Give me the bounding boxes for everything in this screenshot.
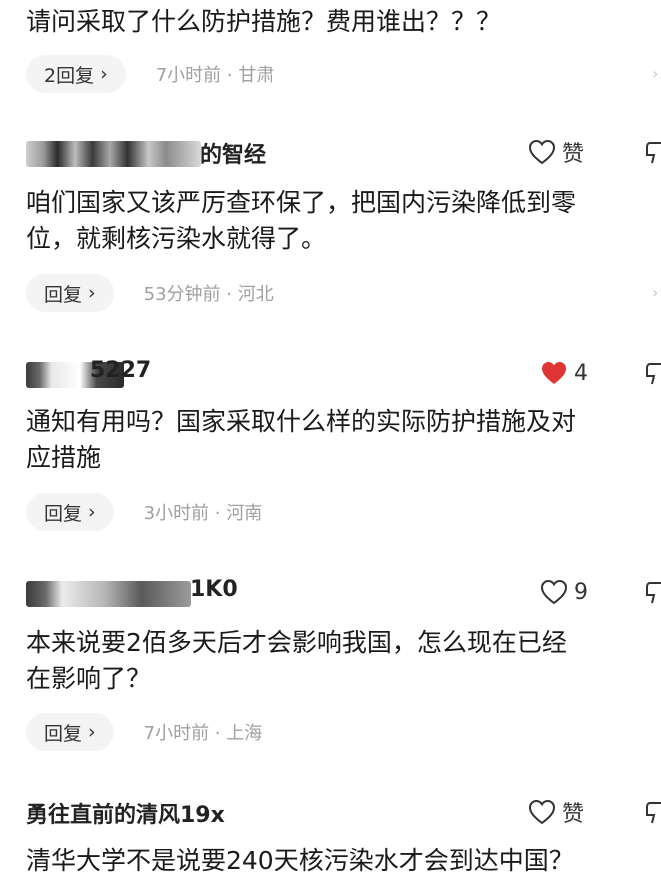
comment-text-line: 请问采取了什么防护措施？费用谁出？？？ — [26, 7, 502, 36]
comment-meta-row: 2回复 › 7小时前 · 甘肃 — [26, 55, 274, 93]
comment-text: 请问采取了什么防护措施？费用谁出？？？ — [26, 4, 661, 40]
comment-meta: 3小时前 · 河南 — [143, 503, 263, 524]
comment-text-line: 清华大学不是说要240天核污染水才会到达中国？ — [26, 846, 574, 875]
reply-button[interactable]: 回复 › — [26, 713, 114, 751]
comment-header: 5227 4 — [0, 354, 661, 394]
dislike-icon[interactable] — [644, 139, 661, 167]
comment-meta: 7小时前 · 甘肃 — [155, 65, 275, 86]
chevron-right-icon: › — [88, 501, 96, 523]
username[interactable]: 的智经 — [200, 137, 266, 169]
avatar[interactable] — [26, 581, 191, 607]
dislike-icon[interactable] — [644, 799, 661, 827]
comment-header: 1K0 9 — [0, 573, 661, 613]
comment-text: 清华大学不是说要240天核污染水才会到达中国？ — [26, 843, 661, 879]
reply-label: 回复 — [44, 283, 83, 306]
reply-label: 回复 — [44, 722, 83, 745]
chevron-right-icon: › — [88, 282, 96, 304]
comment-text-line: 位，就剩核污染水就得了。 — [26, 224, 327, 253]
like-button[interactable]: 4 — [540, 356, 588, 390]
heart-outline-icon — [540, 579, 568, 605]
chevron-right-icon: › — [100, 63, 108, 85]
comment-meta-row: 回复 › 53分钟前 · 河北 — [26, 274, 274, 312]
like-button[interactable]: 赞 — [528, 795, 584, 829]
username[interactable]: 1K0 — [190, 577, 238, 602]
chevron-right-icon: › — [88, 721, 96, 743]
username[interactable]: 5227 — [90, 358, 151, 383]
reply-label: 回复 — [44, 502, 83, 525]
comment-text-line: 应措施 — [26, 443, 102, 472]
heart-outline-icon — [528, 139, 556, 165]
comment-meta-row: 回复 › 3小时前 · 河南 — [26, 493, 262, 531]
comment-text-line: 本来说要2佰多天后才会影响我国，怎么现在已经 — [26, 628, 567, 657]
comment-text-line: 在影响了？ — [26, 664, 152, 693]
comment-text-line: 通知有用吗？国家采取什么样的实际防护措施及对 — [26, 407, 577, 436]
dislike-icon[interactable] — [644, 360, 661, 388]
comment-text-line: 咱们国家又该严厉查环保了，把国内污染降低到零 — [26, 188, 577, 217]
like-button[interactable]: 9 — [540, 575, 588, 609]
heart-outline-icon — [528, 799, 556, 825]
chevron-right-icon: › — [652, 283, 659, 302]
reply-button[interactable]: 回复 › — [26, 274, 114, 312]
comment-header: 的智经 赞 — [0, 133, 661, 173]
comment-header: 勇往直前的清风19x 赞 — [0, 793, 661, 833]
dislike-icon[interactable] — [644, 579, 661, 607]
comment-meta-row: 回复 › 7小时前 · 上海 — [26, 713, 262, 751]
username[interactable]: 勇往直前的清风19x — [26, 797, 225, 829]
heart-filled-icon — [540, 360, 568, 386]
reply-label: 2回复 — [44, 64, 95, 87]
comment-meta: 7小时前 · 上海 — [143, 723, 263, 744]
comment-meta: 53分钟前 · 河北 — [143, 284, 274, 305]
comment-text: 本来说要2佰多天后才会影响我国，怎么现在已经 在影响了？ — [26, 625, 661, 697]
comment-text: 咱们国家又该严厉查环保了，把国内污染降低到零 位，就剩核污染水就得了。 — [26, 185, 661, 257]
like-button[interactable]: 赞 — [528, 135, 584, 169]
reply-button[interactable]: 回复 › — [26, 493, 114, 531]
comment-text: 通知有用吗？国家采取什么样的实际防护措施及对 应措施 — [26, 404, 661, 476]
like-count: 赞 — [562, 142, 585, 167]
like-count: 9 — [574, 579, 588, 605]
like-count: 赞 — [562, 802, 585, 827]
chevron-right-icon: › — [652, 64, 659, 83]
reply-button[interactable]: 2回复 › — [26, 55, 126, 93]
avatar[interactable] — [26, 141, 201, 167]
like-count: 4 — [574, 360, 588, 386]
